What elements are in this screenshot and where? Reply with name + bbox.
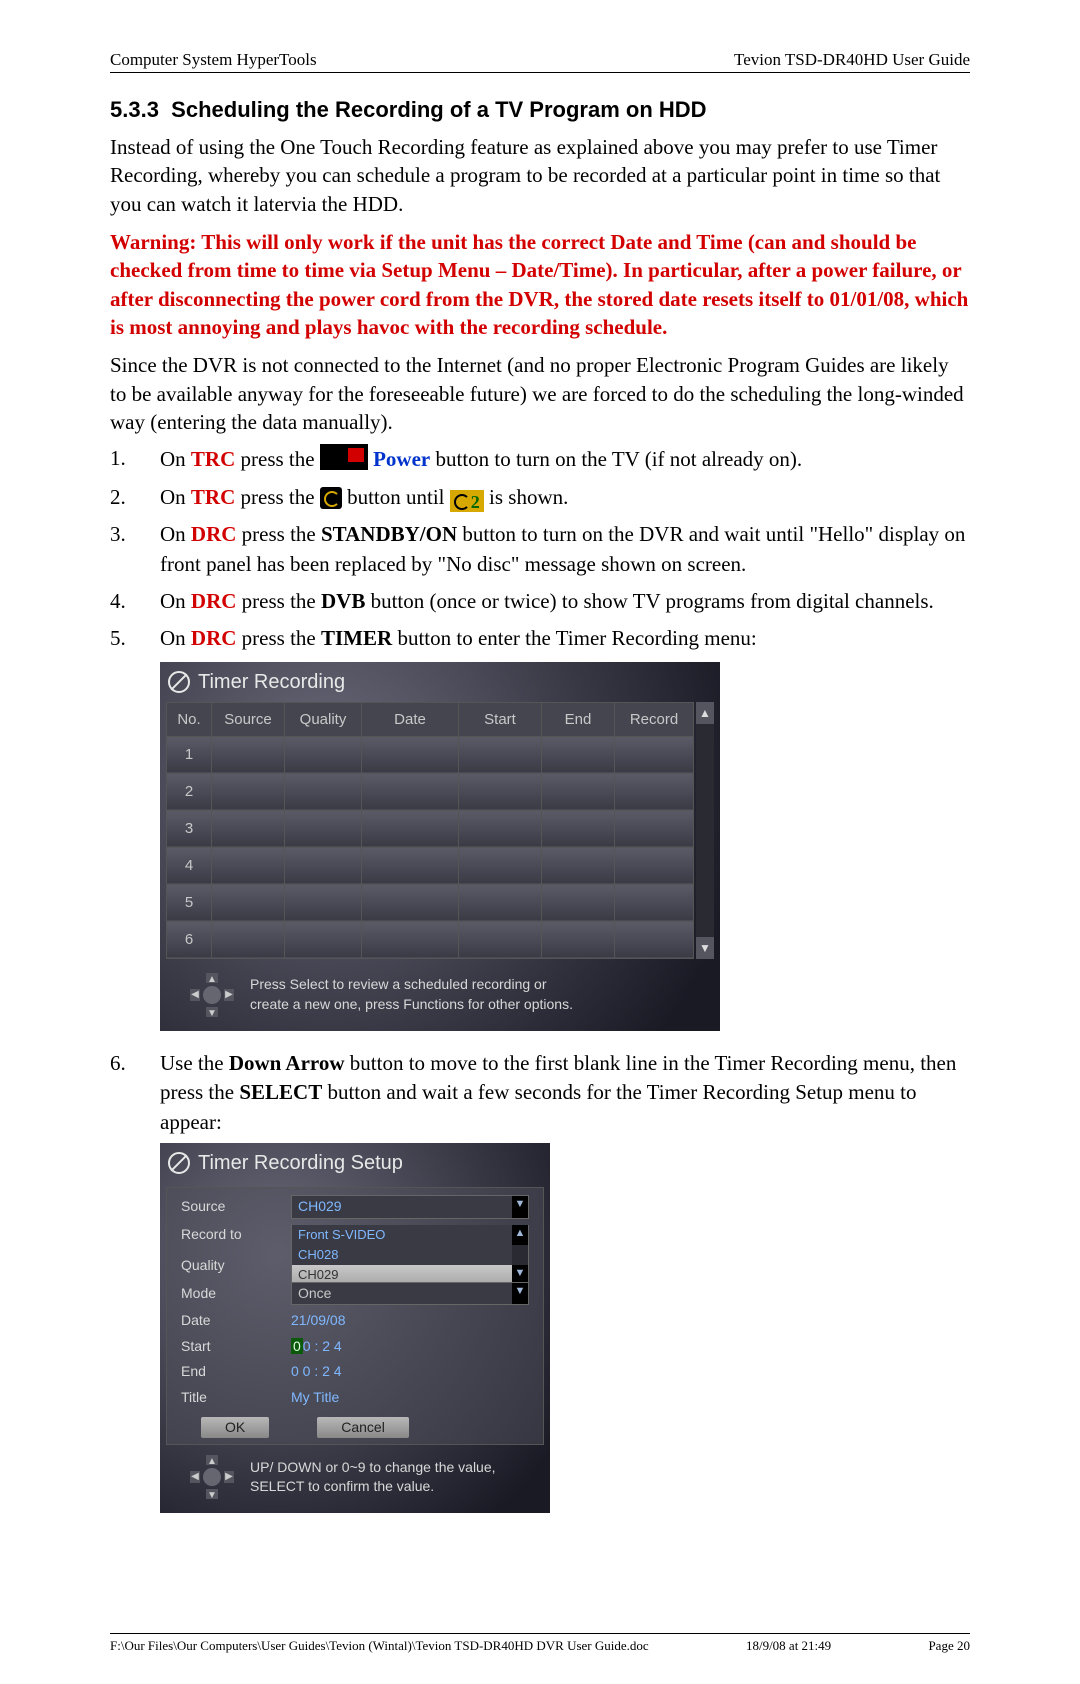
- setup-hint: ▲▼ ◀▶ UP/ DOWN or 0~9 to change the valu…: [160, 1445, 550, 1505]
- row-title: Title My Title: [173, 1385, 537, 1411]
- table-row: 1: [167, 736, 694, 773]
- timer-hint: ▲▼ ◀▶ Press Select to review a scheduled…: [160, 959, 720, 1023]
- select-label: SELECT: [239, 1080, 322, 1104]
- scrollbar[interactable]: ▲ ▼: [696, 702, 714, 959]
- av-button-icon: [320, 487, 342, 509]
- paragraph-2: Since the DVR is not connected to the In…: [110, 351, 970, 436]
- step-6: 6. Use the Down Arrow button to move to …: [110, 1049, 970, 1513]
- start-time-field[interactable]: 00 : 2 4: [291, 1337, 342, 1357]
- power-button-icon: [320, 444, 368, 470]
- row-mode: Mode Once ▼: [173, 1279, 537, 1309]
- no-entry-icon: [168, 671, 190, 693]
- timer-panel-title: Timer Recording: [160, 662, 720, 702]
- step-3: 3. On DRC press the STANDBY/ON button to…: [110, 520, 970, 579]
- warning-paragraph: Warning: This will only work if the unit…: [110, 228, 970, 341]
- setup-panel-title: Timer Recording Setup: [160, 1143, 550, 1183]
- row-start: Start 00 : 2 4: [173, 1334, 537, 1360]
- timer-table: No. Source Quality Date Start End Record…: [166, 702, 694, 959]
- table-row: 5: [167, 884, 694, 921]
- step-4: 4. On DRC press the DVB button (once or …: [110, 587, 970, 616]
- footer-date: 18/9/08 at 21:49: [746, 1638, 831, 1654]
- header-left: Computer System HyperTools: [110, 50, 317, 70]
- source-dropdown[interactable]: CH029 ▼: [291, 1195, 529, 1219]
- timer-recording-panel: Timer Recording No. Source Quality Date …: [160, 662, 720, 1031]
- step-2: 2. On TRC press the button until 2 is sh…: [110, 483, 970, 512]
- row-date: Date 21/09/08: [173, 1308, 537, 1334]
- table-row: 6: [167, 921, 694, 958]
- drc-label: DRC: [191, 522, 237, 546]
- row-end: End 0 0 : 2 4: [173, 1359, 537, 1385]
- power-label: Power: [373, 447, 430, 471]
- page-header: Computer System HyperTools Tevion TSD-DR…: [110, 50, 970, 73]
- cancel-button[interactable]: Cancel: [317, 1417, 409, 1439]
- trc-label: TRC: [191, 447, 235, 471]
- drc-label: DRC: [191, 626, 237, 650]
- no-entry-icon: [168, 1152, 190, 1174]
- table-row: 3: [167, 810, 694, 847]
- page-footer: F:\Our Files\Our Computers\User Guides\T…: [110, 1633, 970, 1654]
- source-options-list[interactable]: Front S-VIDEO ▲ CH028 CH029: [291, 1225, 529, 1287]
- table-row: 4: [167, 847, 694, 884]
- dvb-label: DVB: [321, 589, 365, 613]
- av2-indicator-icon: 2: [450, 490, 484, 512]
- footer-path: F:\Our Files\Our Computers\User Guides\T…: [110, 1638, 649, 1654]
- intro-paragraph: Instead of using the One Touch Recording…: [110, 133, 970, 218]
- section-heading: 5.3.3 Scheduling the Recording of a TV P…: [110, 97, 970, 123]
- scroll-up-icon[interactable]: ▲: [696, 702, 714, 724]
- drc-label: DRC: [191, 589, 237, 613]
- dpad-icon: ▲▼ ◀▶: [190, 1455, 234, 1499]
- chevron-down-icon[interactable]: ▼: [512, 1196, 528, 1218]
- timer-label: TIMER: [321, 626, 392, 650]
- header-right: Tevion TSD-DR40HD User Guide: [734, 50, 970, 70]
- mode-dropdown[interactable]: Once ▼: [291, 1282, 529, 1306]
- ok-button[interactable]: OK: [201, 1417, 269, 1439]
- row-source: Source CH029 ▼: [173, 1192, 537, 1222]
- footer-page: Page 20: [928, 1638, 970, 1654]
- step-5: 5. On DRC press the TIMER button to ente…: [110, 624, 970, 1030]
- chevron-down-icon[interactable]: ▼: [512, 1283, 528, 1305]
- down-arrow-label: Down Arrow: [229, 1051, 345, 1075]
- timer-setup-panel: Timer Recording Setup Source CH029 ▼: [160, 1143, 550, 1513]
- dpad-icon: ▲▼ ◀▶: [190, 973, 234, 1017]
- standby-on-label: STANDBY/ON: [321, 522, 457, 546]
- step-1: 1. On TRC press the Power button to turn…: [110, 444, 970, 474]
- chevron-up-icon[interactable]: ▲: [512, 1225, 528, 1245]
- scroll-down-icon[interactable]: ▼: [696, 937, 714, 959]
- table-row: 2: [167, 773, 694, 810]
- trc-label: TRC: [191, 485, 235, 509]
